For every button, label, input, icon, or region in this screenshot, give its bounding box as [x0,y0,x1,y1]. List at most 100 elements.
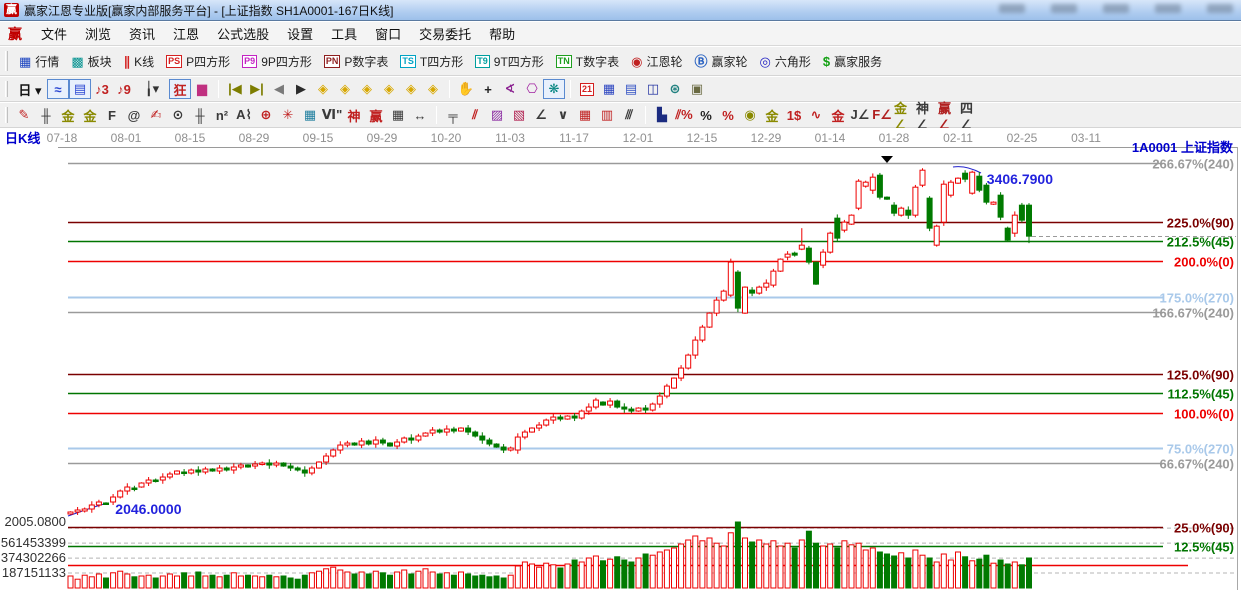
p-square-button[interactable]: PS P四方形 [160,50,236,73]
send-network-button[interactable]: ⊛ [664,79,686,99]
remote-pc-button[interactable]: ▣ [686,79,708,99]
gann-shape-button[interactable]: ⎔ [521,79,543,99]
zoom-diamond-right-button[interactable]: ◈ [334,79,356,99]
gold-line-tool[interactable]: 金 [827,105,849,125]
volume-profile-tool[interactable]: ▙ [651,105,673,125]
f-angle-tool[interactable]: F∠ [871,105,893,125]
cost-flag-tool[interactable]: 1$ [783,105,805,125]
menu-help[interactable]: 帮助 [480,22,524,45]
nav-next-button[interactable]: ▶ [290,79,312,99]
calendar-button[interactable]: 21 [576,79,598,99]
zoom-diamond-full-button[interactable]: ◈ [422,79,444,99]
red-gann-box-tool[interactable]: ▧ [508,105,530,125]
menu-tools[interactable]: 工具 [322,22,366,45]
kline-button[interactable]: ∥ K线 [118,50,161,73]
n-square-tool[interactable]: n² [211,105,233,125]
t-square-button[interactable]: TS T四方形 [394,50,469,73]
winner-wheel-button[interactable]: Ⓑ 赢家轮 [689,50,754,73]
hand-tool-button[interactable]: ✋ [455,79,477,99]
teal-grid-tool[interactable]: ▦ [299,105,321,125]
angle-measure-button[interactable]: ∢ [499,79,521,99]
nav-first-button[interactable]: |◀ [224,79,246,99]
angle-fan-tool[interactable]: ∠ [530,105,552,125]
bars-9-button[interactable]: ♪9 [113,79,135,99]
gold-angle-tool[interactable]: 金∠ [893,101,915,132]
zoom-diamond-star-button[interactable]: ◈ [400,79,422,99]
gann-wheel-button[interactable]: ◉ 江恩轮 [625,50,688,73]
nav-prev-button[interactable]: ◀ [268,79,290,99]
si-angle-tool[interactable]: 四∠ [959,101,981,132]
candle-body [67,511,74,515]
tick-rail-tool[interactable]: ╫ [189,105,211,125]
bars-3-button[interactable]: ♪3 [91,79,113,99]
number-grid-tool[interactable]: ▦ [387,105,409,125]
rail-box-tool[interactable]: ╤ [442,105,464,125]
menu-window[interactable]: 窗口 [366,22,410,45]
shen-grid-tool[interactable]: 神 [343,105,365,125]
menu-gann[interactable]: 江恩 [164,22,208,45]
a-divider-tool[interactable]: A⌇ [233,105,255,125]
calculator-button[interactable]: ▦ [598,79,620,99]
zoom-diamond-hspan-button[interactable]: ◈ [356,79,378,99]
notes-button[interactable]: ▤ [620,79,642,99]
nav-last-button[interactable]: ▶| [246,79,268,99]
ying-angle-tool[interactable]: 赢∠ [937,101,959,132]
menu-news[interactable]: 资讯 [120,22,164,45]
menu-file[interactable]: 文件 [32,22,76,45]
zoom-diamond-compress-button[interactable]: ◈ [378,79,400,99]
purple-gann-box-tool[interactable]: ▨ [486,105,508,125]
k-quote-tool[interactable]: Ⅵ" [321,105,343,125]
j-angle-tool[interactable]: J∠ [849,105,871,125]
red-fan-tool[interactable]: ⫽ [464,105,486,125]
candle-style-dropdown[interactable]: ╽▾ [135,79,169,99]
p-number-table-button[interactable]: PN P数字表 [318,50,395,73]
gold-rail-tool[interactable]: 金 [761,105,783,125]
wave-arc-tool[interactable]: ∿ [805,105,827,125]
menu-browse[interactable]: 浏览 [76,22,120,45]
menu-formula-stockpick[interactable]: 公式选股 [208,22,278,45]
ying-grid-tool[interactable]: 赢 [365,105,387,125]
marker-pen-tool[interactable]: ✍ [145,105,167,125]
shen-angle-tool[interactable]: 神∠ [915,101,937,132]
winner-service-button[interactable]: $ 赢家服务 [817,50,888,73]
t-number-table-button[interactable]: TN T数字表 [550,50,625,73]
draw-pen-tool[interactable]: ✎ [13,105,35,125]
fractal-tool-button[interactable]: ❋ [543,79,565,99]
zoom-diamond-left-button[interactable]: ◈ [312,79,334,99]
red-circle-cross-tool[interactable]: ⊕ [255,105,277,125]
volume-bar [947,559,954,589]
trend-chart-button[interactable]: ≈ [47,79,69,99]
hexagon-button[interactable]: ◎ 六角形 [754,50,817,73]
9t-square-button[interactable]: T9 9T四方形 [469,50,550,73]
percent-slash-tool[interactable]: ⫽% [673,105,695,125]
gold-fan-up-tool[interactable]: 金 [57,105,79,125]
h-span-tool[interactable]: ↔ [409,105,431,125]
parallel-lines-tool[interactable]: ⫻ [618,105,640,125]
save-button[interactable]: ◫ [642,79,664,99]
info-panel-button[interactable]: ▤ [69,79,91,99]
red-grid-2-tool[interactable]: ▥ [596,105,618,125]
gold-circle-tool[interactable]: ◉ [739,105,761,125]
kuang-indicator-button[interactable]: 狂 [169,79,191,99]
sectors-button[interactable]: ▩ 板块 [65,50,117,73]
v-wave-tool[interactable]: ∨ [552,105,574,125]
menu-settings[interactable]: 设置 [278,22,322,45]
gold-fan-down-tool[interactable]: 金 [79,105,101,125]
9p-square-button[interactable]: P9 9P四方形 [236,50,318,73]
star-grid-tool[interactable]: ✳ [277,105,299,125]
spiral-tool[interactable]: @ [123,105,145,125]
cycle-circle-tool[interactable]: ⊙ [167,105,189,125]
volume-bar [479,574,486,589]
kline-chart[interactable]: 日K线 07-18 08-01 08-15 08-29 09-15 09-29 10-20 11… [0,128,1241,590]
period-day-dropdown[interactable]: 日 ▾ [13,79,47,99]
fib-rail-tool[interactable]: F [101,105,123,125]
color-histogram-button[interactable]: ▆ [191,79,213,99]
time-rail-tool[interactable]: ╫ [35,105,57,125]
quotes-button[interactable]: ▦ 行情 [13,50,65,73]
percent-tool[interactable]: % [695,105,717,125]
candle-body [543,419,550,426]
percent-line-tool[interactable]: % [717,105,739,125]
red-grid-1-tool[interactable]: ▦ [574,105,596,125]
menu-trade[interactable]: 交易委托 [410,22,480,45]
crosshair-tool-button[interactable]: + [477,79,499,99]
